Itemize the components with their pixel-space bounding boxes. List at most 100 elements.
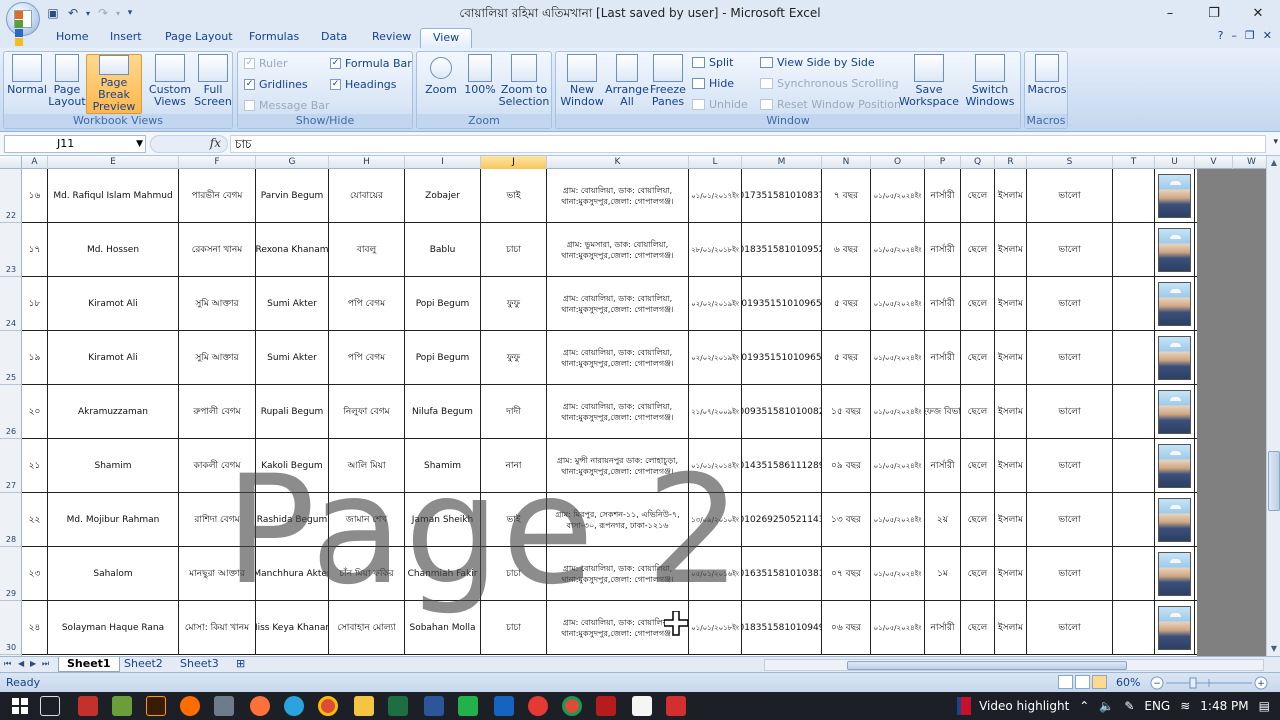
app-icon-c[interactable]	[458, 696, 478, 716]
tray-chevron-icon[interactable]: ⌃	[1079, 699, 1089, 713]
insert-sheet-icon[interactable]: ⊞	[228, 657, 253, 672]
cell-o[interactable]: ০১/০৫/২০২৪ইং	[871, 385, 925, 439]
hide-button[interactable]: Hide	[692, 77, 734, 90]
sheet-tab-sheet3[interactable]: Sheet3	[172, 657, 227, 672]
freeze-panes-button[interactable]: Freeze Panes	[648, 54, 688, 114]
row-header[interactable]: 26	[0, 427, 22, 436]
save-workspace-button[interactable]: Save Workspace	[896, 54, 962, 114]
horizontal-scrollbar[interactable]	[764, 659, 1264, 671]
cell-q[interactable]: ছেলে	[961, 547, 995, 601]
column-header[interactable]: V	[1195, 156, 1233, 169]
cell-i[interactable]: Jaman Sheikh	[405, 493, 481, 547]
cell-q[interactable]: ছেলে	[961, 277, 995, 331]
cell-i[interactable]: Chanmiah Fakir	[405, 547, 481, 601]
cell-o[interactable]: ০১/০৫/২০২৪ইং	[871, 493, 925, 547]
next-sheet-icon[interactable]: ▶	[30, 659, 36, 668]
cell-j[interactable]: ফুফু	[481, 331, 547, 385]
cell-e[interactable]: Shamim	[48, 439, 179, 493]
column-header[interactable]: J	[481, 156, 547, 169]
cell-g[interactable]: Sumi Akter	[256, 331, 329, 385]
tab-data[interactable]: Data	[309, 28, 359, 48]
cell-l[interactable]: ০১/০১/২০১৪ইং	[689, 439, 742, 493]
cell-i[interactable]: Shamim	[405, 439, 481, 493]
cell-j[interactable]: চাচা	[481, 601, 547, 655]
app-icon-red[interactable]	[528, 696, 548, 716]
cell-s[interactable]: ভালো	[1027, 331, 1113, 385]
tab-home[interactable]: Home	[44, 28, 100, 48]
cell-o[interactable]: ০১/০৫/২০২৪ইং	[871, 547, 925, 601]
cell-r[interactable]: ইসলাম	[995, 547, 1027, 601]
task-view-icon[interactable]	[40, 696, 60, 716]
cell-e[interactable]: Md. Hossen	[48, 223, 179, 277]
cell-p[interactable]: নার্সারী	[925, 331, 961, 385]
cell-q[interactable]: ছেলে	[961, 223, 995, 277]
headings-checkbox[interactable]: ✓ Headings	[330, 78, 397, 91]
ruler-checkbox[interactable]: ✓ Ruler	[244, 57, 287, 70]
empty-cell[interactable]	[1113, 277, 1155, 331]
cell-r[interactable]: ইসলাম	[995, 493, 1027, 547]
student-photo[interactable]	[1158, 228, 1191, 272]
column-header[interactable]: P	[925, 156, 961, 169]
macros-button[interactable]: Macros	[1027, 54, 1067, 114]
cell-k[interactable]: গ্রাম: বোয়ালিয়া, ডাক: বোয়ালিয়া, থানা…	[547, 169, 689, 223]
formula-input[interactable]: চাচ	[230, 135, 1266, 153]
cell-l[interactable]: ২৮/০১/২০১৮ইং	[689, 223, 742, 277]
chrome-alt-icon[interactable]	[562, 696, 582, 716]
student-photo[interactable]	[1158, 390, 1191, 434]
cell-j[interactable]: ভাই	[481, 169, 547, 223]
app-icon-dark-red[interactable]	[596, 696, 616, 716]
cell-j[interactable]: চাচা	[481, 223, 547, 277]
photo-cell[interactable]	[1155, 385, 1195, 439]
zoom-to-selection-button[interactable]: Zoom to Selection	[499, 54, 549, 114]
column-header[interactable]: H	[329, 156, 405, 169]
cell-m[interactable]: 20183515810109527	[742, 223, 822, 277]
zoom-button[interactable]: Zoom	[421, 54, 461, 114]
cell-m[interactable]: 20093515810100825	[742, 385, 822, 439]
empty-cell[interactable]	[1113, 331, 1155, 385]
reset-window-position-button[interactable]: Reset Window Position	[760, 98, 901, 111]
horizontal-scroll-thumb[interactable]	[847, 661, 1127, 670]
cell-g[interactable]: Manchhura Akter	[256, 547, 329, 601]
cell-h[interactable]: পপি বেগম	[329, 331, 405, 385]
column-header[interactable]: S	[1027, 156, 1113, 169]
cell-j[interactable]: ভাই	[481, 493, 547, 547]
cell-i[interactable]: Popi Begum	[405, 277, 481, 331]
vertical-scrollbar[interactable]: ▲ ▼	[1266, 156, 1280, 656]
cell-r[interactable]: ইসলাম	[995, 277, 1027, 331]
pen-icon[interactable]: ✎	[1124, 699, 1134, 713]
cell-r[interactable]: ইসলাম	[995, 223, 1027, 277]
cell-n[interactable]: ১৩ বছর	[822, 493, 871, 547]
app-icon-white[interactable]	[632, 696, 652, 716]
row-header[interactable]: 25	[0, 373, 22, 382]
column-header[interactable]: T	[1113, 156, 1155, 169]
cell-g[interactable]: Miss Keya Khanam	[256, 601, 329, 655]
cell-p[interactable]: হেফজ বিভাগ	[925, 385, 961, 439]
cell-e[interactable]: Sahalom	[48, 547, 179, 601]
cell-n[interactable]: ১৫ বছর	[822, 385, 871, 439]
cell-a[interactable]: ২২	[22, 493, 48, 547]
empty-cell[interactable]	[1113, 493, 1155, 547]
cell-i[interactable]: Popi Begum	[405, 331, 481, 385]
scroll-down-icon[interactable]: ▼	[1268, 643, 1280, 655]
cell-p[interactable]: নার্সারী	[925, 601, 961, 655]
cell-s[interactable]: ভালো	[1027, 601, 1113, 655]
new-window-button[interactable]: New Window	[558, 54, 606, 114]
scroll-up-icon[interactable]: ▲	[1268, 157, 1280, 169]
cell-a[interactable]: ১৮	[22, 277, 48, 331]
page-layout-shortcut-icon[interactable]	[1075, 675, 1090, 689]
telegram-icon[interactable]	[284, 696, 304, 716]
cell-s[interactable]: ভালো	[1027, 493, 1113, 547]
cell-a[interactable]: ২১	[22, 439, 48, 493]
empty-cell[interactable]	[1113, 169, 1155, 223]
row-header[interactable]: 27	[0, 481, 22, 490]
cell-i[interactable]: Sobahan Molla	[405, 601, 481, 655]
cell-p[interactable]: নার্সারী	[925, 169, 961, 223]
cell-p[interactable]: ১ম	[925, 547, 961, 601]
column-header[interactable]: G	[256, 156, 329, 169]
cell-m[interactable]: 20183515810109490	[742, 601, 822, 655]
column-header[interactable]: R	[995, 156, 1027, 169]
synchronous-scrolling-button[interactable]: Synchronous Scrolling	[760, 77, 899, 90]
close-button[interactable]: ✕	[1236, 0, 1280, 26]
row-header[interactable]: 28	[0, 535, 22, 544]
cell-f[interactable]: রুপালী বেগম	[179, 385, 256, 439]
